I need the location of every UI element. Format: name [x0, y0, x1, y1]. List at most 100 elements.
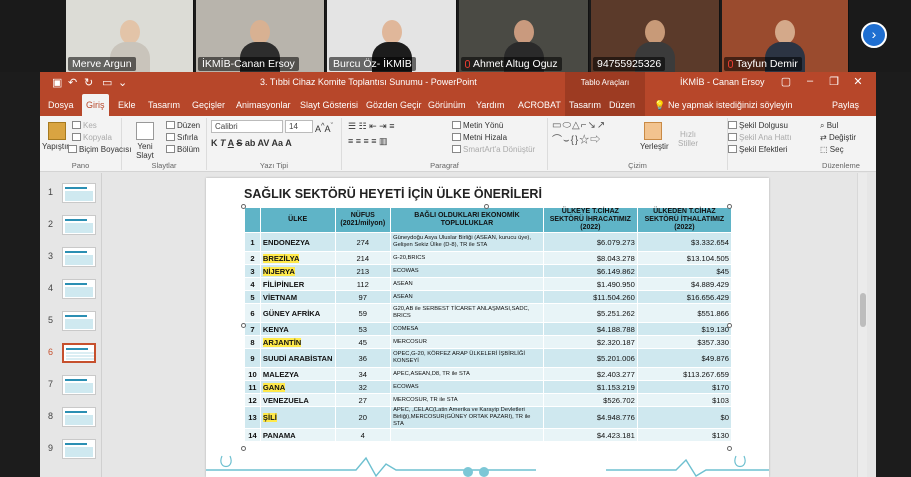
- arrange-button[interactable]: Yerleştir: [640, 142, 669, 151]
- table-row[interactable]: 2 BREZİLYA 214 G-20,BRICS $8.043.278 $13.104.…: [244, 251, 733, 265]
- layout-button[interactable]: Düzen: [166, 121, 200, 130]
- resize-handle[interactable]: [484, 204, 489, 209]
- row-index[interactable]: 12: [244, 393, 261, 407]
- row-index[interactable]: 2: [244, 251, 261, 265]
- tab-design[interactable]: Tasarım: [144, 94, 184, 116]
- table-row[interactable]: 9 SUUDİ ARABİSTAN 36 OPEC,G-20, KÖRFEZ ARAP…: [244, 348, 733, 368]
- row-index[interactable]: 11: [244, 380, 261, 394]
- align-buttons[interactable]: ≡ ≡ ≡ ≡ ▥: [348, 136, 388, 147]
- exports-cell[interactable]: $6.149.862: [542, 264, 638, 278]
- population-cell[interactable]: 32: [334, 380, 392, 394]
- table-row[interactable]: 4 FİLİPİNLER 112 ASEAN $1.490.950 $4.889.429: [244, 277, 733, 291]
- resize-handle[interactable]: [241, 446, 246, 451]
- list-buttons[interactable]: ☰ ☷ ⇤ ⇥ ≡: [348, 121, 394, 132]
- ribbon-display-icon[interactable]: ▢: [776, 75, 796, 88]
- slide-thumbnail[interactable]: [62, 375, 96, 395]
- tab-acrobat[interactable]: ACROBAT: [514, 94, 565, 116]
- row-index[interactable]: 9: [244, 348, 261, 368]
- exports-cell[interactable]: $4.948.776: [542, 406, 638, 429]
- organizations-cell[interactable]: OPEC,G-20, KÖRFEZ ARAP ÜLKELERİ İŞBİRLİĞ…: [390, 348, 544, 368]
- font-name-box[interactable]: Calibri: [211, 120, 283, 133]
- participant-tile[interactable]: Burcu Öz- İKMİB: [327, 0, 457, 72]
- exports-cell[interactable]: $1.490.950: [542, 277, 638, 291]
- slide-thumbnail[interactable]: [62, 439, 96, 459]
- slide-thumbnail[interactable]: [62, 279, 96, 299]
- organizations-cell[interactable]: ASEAN: [390, 277, 544, 291]
- population-cell[interactable]: 97: [334, 290, 392, 304]
- font-size-box[interactable]: 14: [285, 120, 313, 133]
- maximize-icon[interactable]: ❐: [824, 75, 844, 88]
- imports-cell[interactable]: $551.866: [636, 303, 733, 323]
- country-cell[interactable]: GÜNEY AFRİKA: [259, 303, 336, 323]
- slide[interactable]: SAĞLIK SEKTÖRÜ HEYETİ İÇİN ÜLKE ÖNERİLER…: [206, 178, 769, 477]
- imports-cell[interactable]: $49.876: [636, 348, 733, 368]
- country-cell[interactable]: BREZİLYA: [259, 251, 336, 265]
- exports-cell[interactable]: $5.251.262: [542, 303, 638, 323]
- row-index[interactable]: 14: [244, 428, 261, 442]
- organizations-cell[interactable]: COMESA: [390, 322, 544, 336]
- shape-outline-button[interactable]: Şekil Ana Hattı: [728, 133, 791, 142]
- tab-help[interactable]: Yardım: [472, 94, 508, 116]
- shape-effects-button[interactable]: Şekil Efektleri: [728, 145, 787, 154]
- shape-fill-button[interactable]: Şekil Dolgusu: [728, 121, 788, 130]
- table-row[interactable]: 5 VİETNAM 97 ASEAN $11.504.260 $16.656.429: [244, 290, 733, 304]
- tab-view[interactable]: Görünüm: [424, 94, 470, 116]
- exports-cell[interactable]: $5.201.006: [542, 348, 638, 368]
- country-cell[interactable]: MALEZYA: [259, 367, 336, 381]
- table-row[interactable]: 7 KENYA 53 COMESA $4.188.788 $19.130: [244, 322, 733, 336]
- imports-cell[interactable]: $16.656.429: [636, 290, 733, 304]
- row-index[interactable]: 10: [244, 367, 261, 381]
- organizations-cell[interactable]: MERCOSUR, TR ile STA: [390, 393, 544, 407]
- resize-handle[interactable]: [727, 446, 732, 451]
- country-cell[interactable]: ARJANTİN: [259, 335, 336, 349]
- account-name[interactable]: İKMİB - Canan Ersoy: [680, 77, 765, 87]
- imports-cell[interactable]: $3.332.654: [636, 232, 733, 252]
- imports-cell[interactable]: $170: [636, 380, 733, 394]
- participant-tile[interactable]: İKMİB-Canan Ersoy: [196, 0, 325, 72]
- row-index[interactable]: 8: [244, 335, 261, 349]
- slide-thumbnail[interactable]: [62, 343, 96, 363]
- tab-file[interactable]: Dosya: [44, 94, 78, 116]
- organizations-cell[interactable]: G-20,BRICS: [390, 251, 544, 265]
- resize-handle[interactable]: [241, 323, 246, 328]
- exports-cell[interactable]: $1.153.219: [542, 380, 638, 394]
- country-cell[interactable]: FİLİPİNLER: [259, 277, 336, 291]
- row-index[interactable]: 3: [244, 264, 261, 278]
- replace-button[interactable]: ⇄ Değiştir: [820, 133, 856, 142]
- tab-table-design[interactable]: Tasarım: [565, 94, 605, 116]
- resize-handle[interactable]: [727, 204, 732, 209]
- paste-icon[interactable]: [48, 122, 66, 140]
- row-index[interactable]: 5: [244, 290, 261, 304]
- slide-thumbnail[interactable]: [62, 247, 96, 267]
- population-cell[interactable]: 53: [334, 322, 392, 336]
- slide-thumbnail[interactable]: [62, 311, 96, 331]
- exports-cell[interactable]: $4.188.788: [542, 322, 638, 336]
- organizations-cell[interactable]: APEC,ASEAN,D8, TR ile STA: [390, 367, 544, 381]
- imports-cell[interactable]: $45: [636, 264, 733, 278]
- redo-icon[interactable]: ↻: [84, 76, 93, 90]
- exports-cell[interactable]: $2.403.277: [542, 367, 638, 381]
- imports-cell[interactable]: $103: [636, 393, 733, 407]
- section-button[interactable]: Bölüm: [166, 145, 200, 154]
- table-row[interactable]: 6 GÜNEY AFRİKA 59 G20,AB ile SERBEST TİCARE…: [244, 303, 733, 323]
- share-button[interactable]: Paylaş: [828, 94, 863, 116]
- paste-button[interactable]: Yapıştır: [42, 142, 69, 151]
- population-cell[interactable]: 213: [334, 264, 392, 278]
- customize-toolbar-icon[interactable]: ⌄: [118, 76, 127, 90]
- shapes-gallery[interactable]: ▭⬭△⌐↘↗ ⌒⌣{}☆⇨: [552, 120, 606, 146]
- participant-tile[interactable]: Merve Argun: [66, 0, 194, 72]
- next-participants-button[interactable]: ›: [861, 22, 887, 48]
- find-button[interactable]: ⌕ Bul: [820, 121, 838, 131]
- organizations-cell[interactable]: ASEAN: [390, 290, 544, 304]
- table-row[interactable]: 8 ARJANTİN 45 MERCOSUR $2.320.187 $357.330: [244, 335, 733, 349]
- imports-cell[interactable]: $4.889.429: [636, 277, 733, 291]
- present-icon[interactable]: ▭: [102, 76, 112, 90]
- imports-cell[interactable]: $0: [636, 406, 733, 429]
- row-index[interactable]: 1: [244, 232, 261, 252]
- tab-slideshow[interactable]: Slayt Gösterisi: [296, 94, 362, 116]
- organizations-cell[interactable]: [390, 428, 544, 442]
- table-row[interactable]: 10 MALEZYA 34 APEC,ASEAN,D8, TR ile STA $2.4…: [244, 367, 733, 381]
- organizations-cell[interactable]: MERCOSUR: [390, 335, 544, 349]
- imports-cell[interactable]: $357.330: [636, 335, 733, 349]
- table-row[interactable]: 13 ŞİLİ 20 APEC, ,CELAC(Latin Amerika ve Ka…: [244, 406, 733, 429]
